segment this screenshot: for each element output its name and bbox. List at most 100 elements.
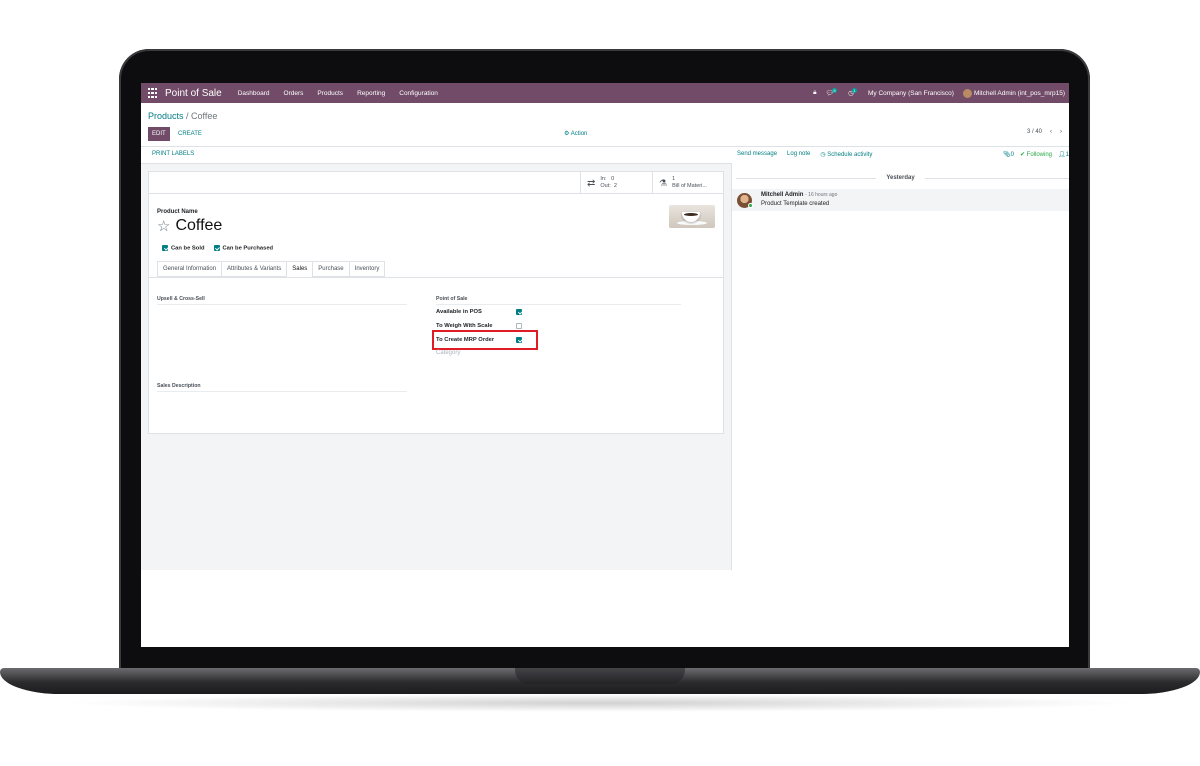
schedule-activity-label: Schedule activity [827, 152, 873, 158]
in-out-values: In: 0 Out: 2 [600, 176, 617, 190]
star-icon[interactable]: ☆ [157, 217, 170, 235]
pager: 3 / 40 ‹ › [1027, 129, 1062, 135]
check-icon: ✔ [1019, 152, 1027, 158]
tab-attributes-variants[interactable]: Attributes & Variants [221, 261, 287, 277]
paperclip-icon: 📎︎ [1003, 152, 1011, 158]
control-panel: Products / Coffee EDIT CREATE ⚙ Action 3… [141, 103, 1069, 147]
can-be-purchased-option[interactable]: Can be Purchased [213, 245, 274, 252]
menu-dashboard[interactable]: Dashboard [238, 90, 270, 97]
attachments-count: 0 [1010, 152, 1014, 158]
out-label: Out: [600, 183, 611, 189]
user-icon: 👤︎ [1058, 152, 1066, 158]
stage: Point of Sale Dashboard Orders Products … [0, 0, 1200, 766]
bom-count: 1 [672, 176, 676, 182]
action-label: Action [570, 131, 588, 137]
bom-values: 1 Bill of Materi... [672, 176, 707, 190]
menu-orders[interactable]: Orders [284, 90, 304, 97]
highlight-box [432, 330, 538, 350]
bom-smart-button[interactable]: ⚗ 1 Bill of Materi... [652, 172, 723, 194]
messages-badge: 5 [831, 88, 838, 93]
in-out-smart-button[interactable]: ⇄ In: 0 Out: 2 [580, 172, 652, 194]
laptop-notch [515, 668, 685, 684]
can-be-sold-label: Can be Sold [171, 245, 205, 252]
breadcrumb-products-link[interactable]: Products [148, 111, 184, 121]
product-image[interactable] [669, 205, 715, 228]
in-label: In: [600, 176, 607, 182]
following-label: Following [1026, 152, 1053, 158]
tab-sales[interactable]: Sales [286, 261, 313, 277]
user-menu[interactable]: Mitchell Admin (int_pos_mrp15) [962, 88, 1065, 98]
form-statusbar: PRINT LABELS [141, 147, 732, 164]
tab-divider [149, 277, 723, 278]
breadcrumb-current: Coffee [191, 111, 218, 121]
form-view: PRINT LABELS ⇄ In: 0 Out: 2 ⚗ 1 Bill of … [141, 147, 732, 570]
message-time: - 16 hours ago [805, 192, 838, 198]
chatter-topbar: Send message Log note ◷ Schedule activit… [737, 151, 872, 158]
breadcrumb: Products / Coffee [148, 111, 217, 121]
attachments-button[interactable]: 📎︎0 [1003, 151, 1014, 158]
available-in-pos-checkbox[interactable] [516, 309, 522, 315]
can-be-sold-option[interactable]: Can be Sold [162, 245, 205, 252]
followers-count: 1 [1065, 152, 1069, 158]
product-title: ☆ Coffee [157, 217, 222, 235]
laptop-shadow [60, 694, 1140, 712]
form-sheet: ⇄ In: 0 Out: 2 ⚗ 1 Bill of Materi... Pro… [148, 171, 724, 434]
message-body: Product Template created [761, 201, 830, 207]
upsell-section-title: Upsell & Cross-Sell [157, 296, 407, 305]
activity-icon[interactable]: ◷1 [848, 88, 859, 97]
edit-button[interactable]: EDIT [148, 127, 170, 141]
message-author-line: Mitchell Admin - 16 hours ago [761, 192, 837, 198]
to-weigh-label: To Weigh With Scale [436, 323, 493, 329]
available-in-pos-row: Available in POS [436, 309, 522, 315]
in-value: 0 [611, 176, 615, 182]
flask-icon: ⚗ [659, 177, 668, 188]
followers-button[interactable]: 👤︎1 [1058, 151, 1069, 158]
product-name-label: Product Name [157, 209, 198, 215]
form-tabs: General Information Attributes & Variant… [157, 261, 386, 277]
menu-configuration[interactable]: Configuration [399, 90, 438, 97]
gear-icon: ⚙ [564, 131, 571, 137]
online-status-icon [748, 203, 753, 208]
can-be-purchased-label: Can be Purchased [222, 245, 274, 252]
tab-general-information[interactable]: General Information [157, 261, 222, 277]
print-labels-button[interactable]: PRINT LABELS [152, 151, 194, 157]
following-button[interactable]: ✔ Following [1020, 151, 1052, 158]
avatar [962, 88, 972, 98]
top-navbar: Point of Sale Dashboard Orders Products … [141, 83, 1069, 103]
create-button[interactable]: CREATE [178, 127, 202, 141]
chatter-topbar-right: 📎︎0 ✔ Following 👤︎1 [1003, 151, 1069, 158]
coffee-shape [684, 213, 698, 216]
screen: Point of Sale Dashboard Orders Products … [141, 83, 1069, 647]
to-weigh-checkbox[interactable] [516, 323, 522, 329]
available-in-pos-label: Available in POS [436, 309, 482, 315]
can-be-sold-checkbox[interactable] [162, 245, 168, 251]
navbar-systray: 🔒︎ 💬︎5 ◷1 My Company (San Francisco) Mit… [813, 88, 1065, 98]
schedule-activity-button[interactable]: ◷ Schedule activity [820, 151, 872, 158]
can-be-purchased-checkbox[interactable] [213, 245, 220, 251]
chatter-message: Mitchell Admin - 16 hours ago Product Te… [732, 189, 1069, 211]
bom-label: Bill of Materi... [672, 183, 707, 189]
day-separator: Yesterday [886, 175, 915, 181]
chatter: Send message Log note ◷ Schedule activit… [732, 147, 1069, 570]
menu-products[interactable]: Products [317, 90, 343, 97]
app-name[interactable]: Point of Sale [165, 88, 222, 99]
message-author[interactable]: Mitchell Admin [761, 192, 803, 198]
product-options: Can be Sold Can be Purchased [162, 245, 273, 252]
user-name: Mitchell Admin (int_pos_mrp15) [973, 89, 1065, 97]
product-name[interactable]: Coffee [175, 217, 222, 235]
lock-icon[interactable]: 🔒︎ [813, 89, 816, 97]
chevron-right-icon[interactable]: › [1060, 129, 1062, 135]
breadcrumb-separator: / [183, 111, 192, 121]
messages-icon[interactable]: 💬︎5 [826, 88, 840, 97]
chevron-left-icon[interactable]: ‹ [1050, 129, 1052, 135]
send-message-button[interactable]: Send message [737, 151, 777, 158]
company-switcher[interactable]: My Company (San Francisco) [868, 90, 954, 97]
log-note-button[interactable]: Log note [787, 151, 810, 158]
action-menu[interactable]: ⚙ Action [564, 130, 587, 137]
menu-reporting[interactable]: Reporting [357, 90, 385, 97]
category-label: Category [436, 350, 461, 356]
tab-purchase[interactable]: Purchase [312, 261, 349, 277]
tab-inventory[interactable]: Inventory [348, 261, 386, 277]
apps-menu-icon[interactable] [148, 88, 158, 98]
pager-value[interactable]: 3 / 40 [1027, 129, 1042, 135]
